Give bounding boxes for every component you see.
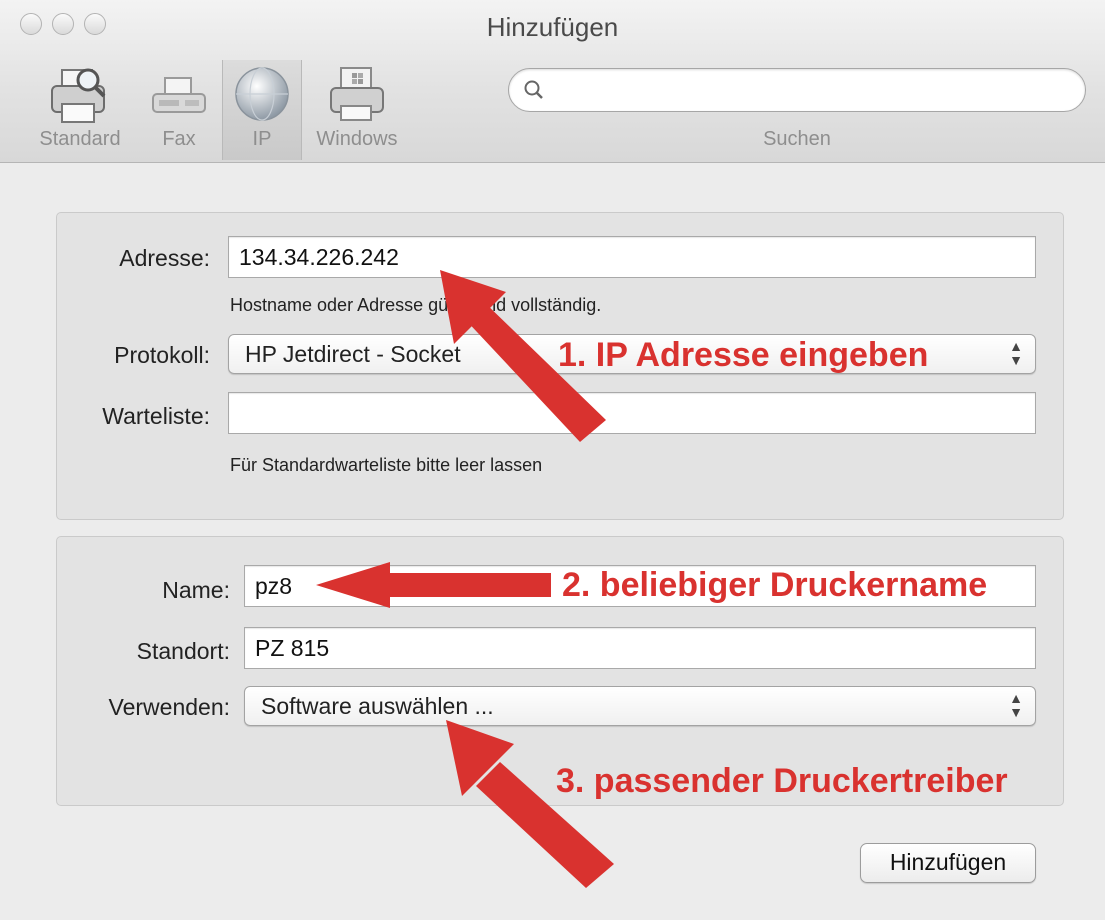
location-field[interactable]: PZ 815 [244,627,1036,669]
address-hint: Hostname oder Adresse gültig und vollstä… [230,295,602,315]
queue-label: Warteliste: [102,403,210,429]
use-label: Verwenden: [108,694,230,720]
annotation-step-1: 1. IP Adresse eingeben [558,336,929,374]
address-label: Adresse: [119,245,210,271]
location-label: Standort: [136,638,230,664]
protocol-label: Protokoll: [114,342,210,368]
name-label: Name: [162,577,230,603]
popup-arrows-icon: ▲ ▼ [1009,690,1023,720]
protocol-value: HP Jetdirect - Socket [245,341,461,367]
address-field[interactable]: 134.34.226.242 [228,236,1036,278]
tab-windows-label: Windows [316,128,398,150]
search-label: Suchen [763,128,831,150]
tab-ip-label: IP [252,128,272,150]
window-title: Hinzufügen [486,12,619,42]
add-printer-window: Hinzufügen Standard Fax IP Windows Suche… [0,0,1105,920]
add-button[interactable]: Hinzufügen [860,843,1036,883]
tab-ip[interactable]: IP [222,60,302,160]
tab-standard[interactable]: Standard [22,60,138,160]
tab-fax-label: Fax [162,128,196,150]
driver-popup[interactable]: Software auswählen ... ▲ ▼ [244,686,1036,726]
tab-windows[interactable]: Windows [304,60,410,160]
queue-hint: Für Standardwarteliste bitte leer lassen [230,455,543,475]
annotation-step-3: 3. passender Druckertreiber [556,762,1008,800]
toolbar: Hinzufügen Standard Fax IP Windows Suche… [0,0,1105,163]
printer-magnifier-icon [51,68,106,123]
search-icon [524,80,543,99]
tab-standard-label: Standard [39,128,121,150]
popup-arrows-icon: ▲ ▼ [1009,338,1023,368]
annotation-step-2: 2. beliebiger Druckername [562,566,988,604]
tab-fax[interactable]: Fax [140,60,218,160]
globe-icon [235,67,289,121]
driver-value: Software auswählen ... [261,693,494,719]
fax-icon [152,77,206,113]
search-field[interactable] [508,68,1086,112]
windows-printer-icon [330,67,384,121]
queue-field[interactable] [228,392,1036,434]
